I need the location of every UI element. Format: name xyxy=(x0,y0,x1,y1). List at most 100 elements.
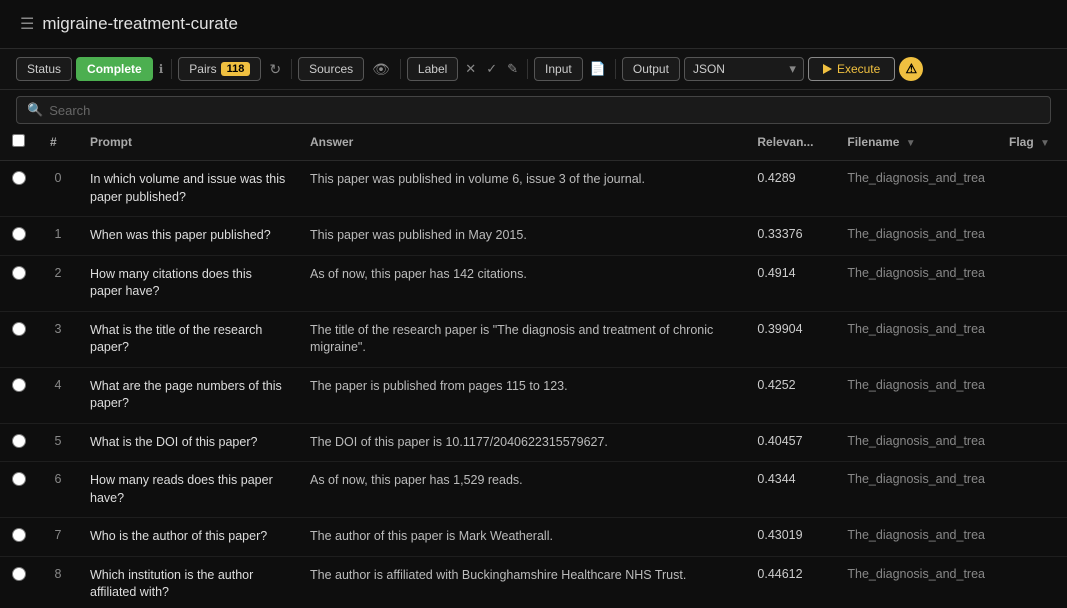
sep1 xyxy=(171,59,172,79)
output-button[interactable]: Output xyxy=(622,57,680,81)
row-flag xyxy=(997,311,1067,367)
pairs-count-badge: 118 xyxy=(221,62,251,76)
table-row: 5 What is the DOI of this paper? The DOI… xyxy=(0,423,1067,462)
info-icon[interactable]: ℹ xyxy=(157,58,166,80)
row-flag xyxy=(997,518,1067,557)
row-relevance: 0.4344 xyxy=(745,462,835,518)
row-prompt: What is the title of the research paper? xyxy=(78,311,298,367)
row-num: 0 xyxy=(38,161,78,217)
row-filename: The_diagnosis_and_trea xyxy=(835,518,997,557)
search-input[interactable] xyxy=(49,103,1040,118)
list-icon: ☰ xyxy=(20,14,34,34)
x-icon[interactable]: ✕ xyxy=(462,61,479,77)
col-header-num: # xyxy=(38,124,78,161)
table-row: 0 In which volume and issue was this pap… xyxy=(0,161,1067,217)
warn-icon[interactable]: ⚠ xyxy=(899,57,923,81)
row-radio[interactable] xyxy=(12,434,26,448)
sep5 xyxy=(615,59,616,79)
pencil-icon[interactable]: ✎ xyxy=(504,61,521,77)
row-num: 7 xyxy=(38,518,78,557)
row-prompt: What are the page numbers of this paper? xyxy=(78,367,298,423)
row-flag xyxy=(997,462,1067,518)
row-answer: The paper is published from pages 115 to… xyxy=(298,367,745,423)
row-radio[interactable] xyxy=(12,472,26,486)
table-row: 6 How many reads does this paper have? A… xyxy=(0,462,1067,518)
table-row: 8 Which institution is the author affili… xyxy=(0,556,1067,596)
row-checkbox-cell[interactable] xyxy=(0,367,38,423)
row-filename: The_diagnosis_and_trea xyxy=(835,255,997,311)
row-relevance: 0.4914 xyxy=(745,255,835,311)
row-relevance: 0.43019 xyxy=(745,518,835,557)
row-num: 5 xyxy=(38,423,78,462)
row-filename: The_diagnosis_and_trea xyxy=(835,367,997,423)
label-button[interactable]: Label xyxy=(407,57,458,81)
row-prompt: Which institution is the author affiliat… xyxy=(78,556,298,596)
row-num: 8 xyxy=(38,556,78,596)
row-checkbox-cell[interactable] xyxy=(0,518,38,557)
row-filename: The_diagnosis_and_trea xyxy=(835,462,997,518)
sources-button[interactable]: Sources xyxy=(298,57,364,81)
row-flag xyxy=(997,423,1067,462)
search-icon: 🔍 xyxy=(27,102,43,118)
row-filename: The_diagnosis_and_trea xyxy=(835,217,997,256)
row-relevance: 0.39904 xyxy=(745,311,835,367)
row-num: 4 xyxy=(38,367,78,423)
row-answer: This paper was published in volume 6, is… xyxy=(298,161,745,217)
col-header-filename[interactable]: Filename ▼ xyxy=(835,124,997,161)
complete-button[interactable]: Complete xyxy=(76,57,153,81)
row-checkbox-cell[interactable] xyxy=(0,255,38,311)
table-row: 7 Who is the author of this paper? The a… xyxy=(0,518,1067,557)
row-flag xyxy=(997,255,1067,311)
data-table: # Prompt Answer Relevan... Filename ▼ Fl… xyxy=(0,124,1067,596)
row-radio[interactable] xyxy=(12,322,26,336)
row-radio[interactable] xyxy=(12,171,26,185)
row-filename: The_diagnosis_and_trea xyxy=(835,161,997,217)
row-answer: The author of this paper is Mark Weather… xyxy=(298,518,745,557)
table-body: 0 In which volume and issue was this pap… xyxy=(0,161,1067,597)
row-filename: The_diagnosis_and_trea xyxy=(835,556,997,596)
sep4 xyxy=(527,59,528,79)
row-answer: This paper was published in May 2015. xyxy=(298,217,745,256)
row-checkbox-cell[interactable] xyxy=(0,217,38,256)
check-icon[interactable]: ✓ xyxy=(483,61,500,77)
file-icon[interactable]: 📄 xyxy=(587,61,609,77)
table-row: 3 What is the title of the research pape… xyxy=(0,311,1067,367)
row-prompt: Who is the author of this paper? xyxy=(78,518,298,557)
row-relevance: 0.33376 xyxy=(745,217,835,256)
row-radio[interactable] xyxy=(12,378,26,392)
row-radio[interactable] xyxy=(12,266,26,280)
input-button[interactable]: Input xyxy=(534,57,583,81)
row-radio[interactable] xyxy=(12,227,26,241)
row-checkbox-cell[interactable] xyxy=(0,311,38,367)
app-header: ☰ migraine-treatment-curate xyxy=(0,0,1067,49)
row-checkbox-cell[interactable] xyxy=(0,462,38,518)
col-header-relevance[interactable]: Relevan... xyxy=(745,124,835,161)
row-checkbox-cell[interactable] xyxy=(0,423,38,462)
row-flag xyxy=(997,556,1067,596)
sep3 xyxy=(400,59,401,79)
select-all-checkbox[interactable] xyxy=(12,134,25,147)
row-answer: The title of the research paper is "The … xyxy=(298,311,745,367)
execute-button[interactable]: Execute xyxy=(808,57,895,81)
row-prompt: When was this paper published? xyxy=(78,217,298,256)
format-select[interactable]: JSON CSV YAML xyxy=(684,57,804,81)
table-header-row: # Prompt Answer Relevan... Filename ▼ Fl… xyxy=(0,124,1067,161)
row-radio[interactable] xyxy=(12,528,26,542)
eye-icon[interactable]: 👁 xyxy=(368,61,394,78)
execute-label: Execute xyxy=(837,62,880,76)
row-prompt: How many reads does this paper have? xyxy=(78,462,298,518)
pairs-button[interactable]: Pairs 118 xyxy=(178,57,261,81)
format-select-wrap[interactable]: JSON CSV YAML xyxy=(684,57,804,81)
col-header-prompt: Prompt xyxy=(78,124,298,161)
toolbar: Status Complete ℹ Pairs 118 ↻ Sources 👁 … xyxy=(0,49,1067,90)
row-checkbox-cell[interactable] xyxy=(0,161,38,217)
row-relevance: 0.4289 xyxy=(745,161,835,217)
row-filename: The_diagnosis_and_trea xyxy=(835,311,997,367)
row-radio[interactable] xyxy=(12,567,26,581)
col-header-flag[interactable]: Flag ▼ xyxy=(997,124,1067,161)
row-checkbox-cell[interactable] xyxy=(0,556,38,596)
col-header-check[interactable] xyxy=(0,124,38,161)
status-button[interactable]: Status xyxy=(16,57,72,81)
search-bar-row: 🔍 xyxy=(0,90,1067,124)
refresh-icon[interactable]: ↻ xyxy=(265,61,285,78)
